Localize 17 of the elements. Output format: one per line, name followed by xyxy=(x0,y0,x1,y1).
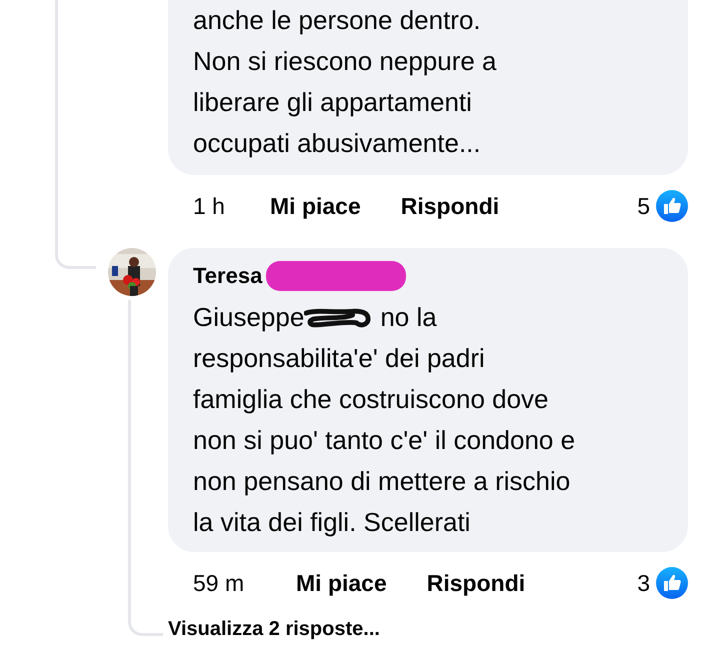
view-replies-link[interactable]: Visualizza 2 risposte... xyxy=(168,618,380,641)
mention-link[interactable]: Giuseppe xyxy=(193,297,304,338)
author-name[interactable]: Teresa xyxy=(193,263,262,289)
reply-button[interactable]: Rispondi xyxy=(400,192,500,220)
reaction-count: 5 xyxy=(637,192,650,220)
reaction-count: 3 xyxy=(637,570,650,596)
reply-button[interactable]: Rispondi xyxy=(426,570,526,596)
comment-time: 59 m xyxy=(193,570,246,596)
comment-text: no la xyxy=(380,301,437,334)
comment-text: responsabilita'e' dei padri famiglia che costruiscono dove non si puo' tanto c'e' il condono e non pensano di mettere a rischio la vita dei figli. Scellerati xyxy=(193,342,576,539)
like-button[interactable]: Mi piace xyxy=(270,192,361,220)
like-button[interactable]: Mi piace xyxy=(296,570,387,596)
like-icon xyxy=(656,190,688,222)
comment-text: anche le persone dentro. Non si riescono neppure a liberare gli appartamenti occupati abusivamente... xyxy=(193,4,498,160)
comment-time: 1 h xyxy=(193,192,226,220)
like-icon xyxy=(656,567,688,599)
redaction-mark xyxy=(304,306,372,328)
